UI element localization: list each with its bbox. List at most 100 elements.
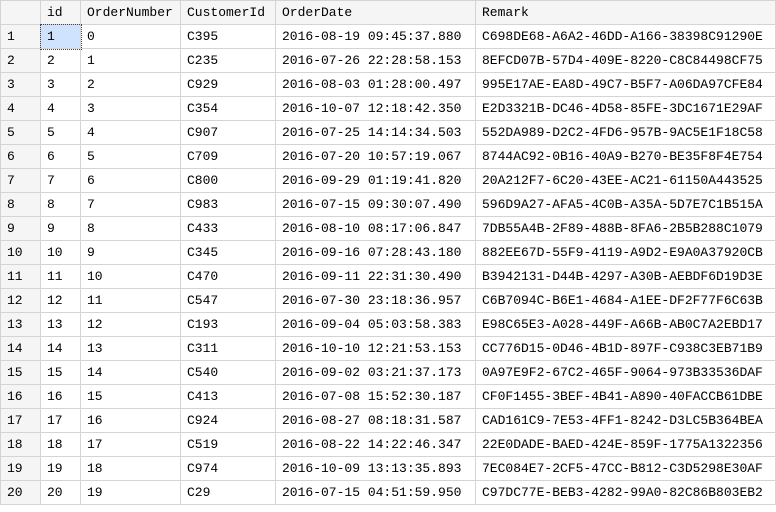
cell-id[interactable]: 11 [41,265,81,289]
cell-id[interactable]: 8 [41,193,81,217]
cell-orderdate[interactable]: 2016-09-11 22:31:30.490 [276,265,476,289]
cell-id[interactable]: 17 [41,409,81,433]
cell-orderdate[interactable]: 2016-09-16 07:28:43.180 [276,241,476,265]
cell-ordernumber[interactable]: 9 [81,241,181,265]
row-number-cell[interactable]: 4 [1,97,41,121]
cell-ordernumber[interactable]: 14 [81,361,181,385]
table-row[interactable]: 141413C3112016-10-10 12:21:53.153CC776D1… [1,337,776,361]
cell-customerid[interactable]: C907 [181,121,276,145]
row-number-cell[interactable]: 12 [1,289,41,313]
row-number-cell[interactable]: 1 [1,25,41,49]
cell-ordernumber[interactable]: 16 [81,409,181,433]
cell-customerid[interactable]: C547 [181,289,276,313]
cell-ordernumber[interactable]: 18 [81,457,181,481]
cell-id[interactable]: 4 [41,97,81,121]
cell-customerid[interactable]: C29 [181,481,276,505]
cell-remark[interactable]: 8744AC92-0B16-40A9-B270-BE35F8F4E754 [476,145,776,169]
cell-remark[interactable]: C6B7094C-B6E1-4684-A1EE-DF2F77F6C63B [476,289,776,313]
table-row[interactable]: 111110C4702016-09-11 22:31:30.490B394213… [1,265,776,289]
table-row[interactable]: 221C2352016-07-26 22:28:58.1538EFCD07B-5… [1,49,776,73]
table-row[interactable]: 171716C9242016-08-27 08:18:31.587CAD161C… [1,409,776,433]
cell-remark[interactable]: 552DA989-D2C2-4FD6-957B-9AC5E1F18C58 [476,121,776,145]
row-number-cell[interactable]: 2 [1,49,41,73]
table-row[interactable]: 181817C5192016-08-22 14:22:46.34722E0DAD… [1,433,776,457]
cell-ordernumber[interactable]: 15 [81,385,181,409]
cell-remark[interactable]: 8EFCD07B-57D4-409E-8220-C8C84498CF75 [476,49,776,73]
row-number-cell[interactable]: 9 [1,217,41,241]
row-number-cell[interactable]: 5 [1,121,41,145]
row-number-cell[interactable]: 16 [1,385,41,409]
cell-id[interactable]: 12 [41,289,81,313]
cell-id[interactable]: 1 [41,25,81,49]
cell-remark[interactable]: 22E0DADE-BAED-424E-859F-1775A1322356 [476,433,776,457]
cell-ordernumber[interactable]: 5 [81,145,181,169]
cell-id[interactable]: 3 [41,73,81,97]
row-number-header[interactable] [1,1,41,25]
cell-id[interactable]: 9 [41,217,81,241]
cell-remark[interactable]: 0A97E9F2-67C2-465F-9064-973B33536DAF [476,361,776,385]
table-row[interactable]: 131312C1932016-09-04 05:03:58.383E98C65E… [1,313,776,337]
row-number-cell[interactable]: 19 [1,457,41,481]
cell-ordernumber[interactable]: 17 [81,433,181,457]
cell-ordernumber[interactable]: 13 [81,337,181,361]
cell-orderdate[interactable]: 2016-07-25 14:14:34.503 [276,121,476,145]
cell-id[interactable]: 10 [41,241,81,265]
cell-ordernumber[interactable]: 11 [81,289,181,313]
table-row[interactable]: 202019C292016-07-15 04:51:59.950C97DC77E… [1,481,776,505]
cell-orderdate[interactable]: 2016-07-20 10:57:19.067 [276,145,476,169]
row-number-cell[interactable]: 8 [1,193,41,217]
cell-orderdate[interactable]: 2016-09-04 05:03:58.383 [276,313,476,337]
cell-id[interactable]: 7 [41,169,81,193]
cell-customerid[interactable]: C800 [181,169,276,193]
cell-remark[interactable]: 995E17AE-EA8D-49C7-B5F7-A06DA97CFE84 [476,73,776,97]
cell-ordernumber[interactable]: 0 [81,25,181,49]
table-row[interactable]: 332C9292016-08-03 01:28:00.497995E17AE-E… [1,73,776,97]
cell-orderdate[interactable]: 2016-08-19 09:45:37.880 [276,25,476,49]
cell-orderdate[interactable]: 2016-07-15 04:51:59.950 [276,481,476,505]
cell-orderdate[interactable]: 2016-10-07 12:18:42.350 [276,97,476,121]
table-row[interactable]: 776C8002016-09-29 01:19:41.82020A212F7-6… [1,169,776,193]
cell-customerid[interactable]: C540 [181,361,276,385]
cell-id[interactable]: 15 [41,361,81,385]
cell-remark[interactable]: E98C65E3-A028-449F-A66B-AB0C7A2EBD17 [476,313,776,337]
cell-id[interactable]: 6 [41,145,81,169]
cell-remark[interactable]: CC776D15-0D46-4B1D-897F-C938C3EB71B9 [476,337,776,361]
table-row[interactable]: 121211C5472016-07-30 23:18:36.957C6B7094… [1,289,776,313]
cell-customerid[interactable]: C395 [181,25,276,49]
cell-customerid[interactable]: C235 [181,49,276,73]
row-number-cell[interactable]: 17 [1,409,41,433]
cell-orderdate[interactable]: 2016-10-10 12:21:53.153 [276,337,476,361]
cell-ordernumber[interactable]: 2 [81,73,181,97]
table-row[interactable]: 887C9832016-07-15 09:30:07.490596D9A27-A… [1,193,776,217]
cell-orderdate[interactable]: 2016-08-03 01:28:00.497 [276,73,476,97]
cell-remark[interactable]: C97DC77E-BEB3-4282-99A0-82C86B803EB2 [476,481,776,505]
row-number-cell[interactable]: 20 [1,481,41,505]
cell-customerid[interactable]: C433 [181,217,276,241]
cell-id[interactable]: 14 [41,337,81,361]
cell-customerid[interactable]: C470 [181,265,276,289]
cell-customerid[interactable]: C974 [181,457,276,481]
cell-customerid[interactable]: C311 [181,337,276,361]
cell-remark[interactable]: CF0F1455-3BEF-4B41-A890-40FACCB61DBE [476,385,776,409]
data-grid[interactable]: id OrderNumber CustomerId OrderDate Rema… [0,0,776,505]
cell-id[interactable]: 18 [41,433,81,457]
table-row[interactable]: 998C4332016-08-10 08:17:06.8477DB55A4B-2… [1,217,776,241]
col-header-orderdate[interactable]: OrderDate [276,1,476,25]
cell-ordernumber[interactable]: 1 [81,49,181,73]
cell-customerid[interactable]: C193 [181,313,276,337]
cell-customerid[interactable]: C519 [181,433,276,457]
cell-ordernumber[interactable]: 3 [81,97,181,121]
row-number-cell[interactable]: 3 [1,73,41,97]
table-row[interactable]: 443C3542016-10-07 12:18:42.350E2D3321B-D… [1,97,776,121]
cell-remark[interactable]: 882EE67D-55F9-4119-A9D2-E9A0A37920CB [476,241,776,265]
cell-ordernumber[interactable]: 6 [81,169,181,193]
cell-orderdate[interactable]: 2016-07-26 22:28:58.153 [276,49,476,73]
table-row[interactable]: 10109C3452016-09-16 07:28:43.180882EE67D… [1,241,776,265]
cell-customerid[interactable]: C929 [181,73,276,97]
cell-customerid[interactable]: C983 [181,193,276,217]
col-header-id[interactable]: id [41,1,81,25]
cell-remark[interactable]: CAD161C9-7E53-4FF1-8242-D3LC5B364BEA [476,409,776,433]
cell-customerid[interactable]: C709 [181,145,276,169]
cell-remark[interactable]: 7EC084E7-2CF5-47CC-B812-C3D5298E30AF [476,457,776,481]
row-number-cell[interactable]: 14 [1,337,41,361]
